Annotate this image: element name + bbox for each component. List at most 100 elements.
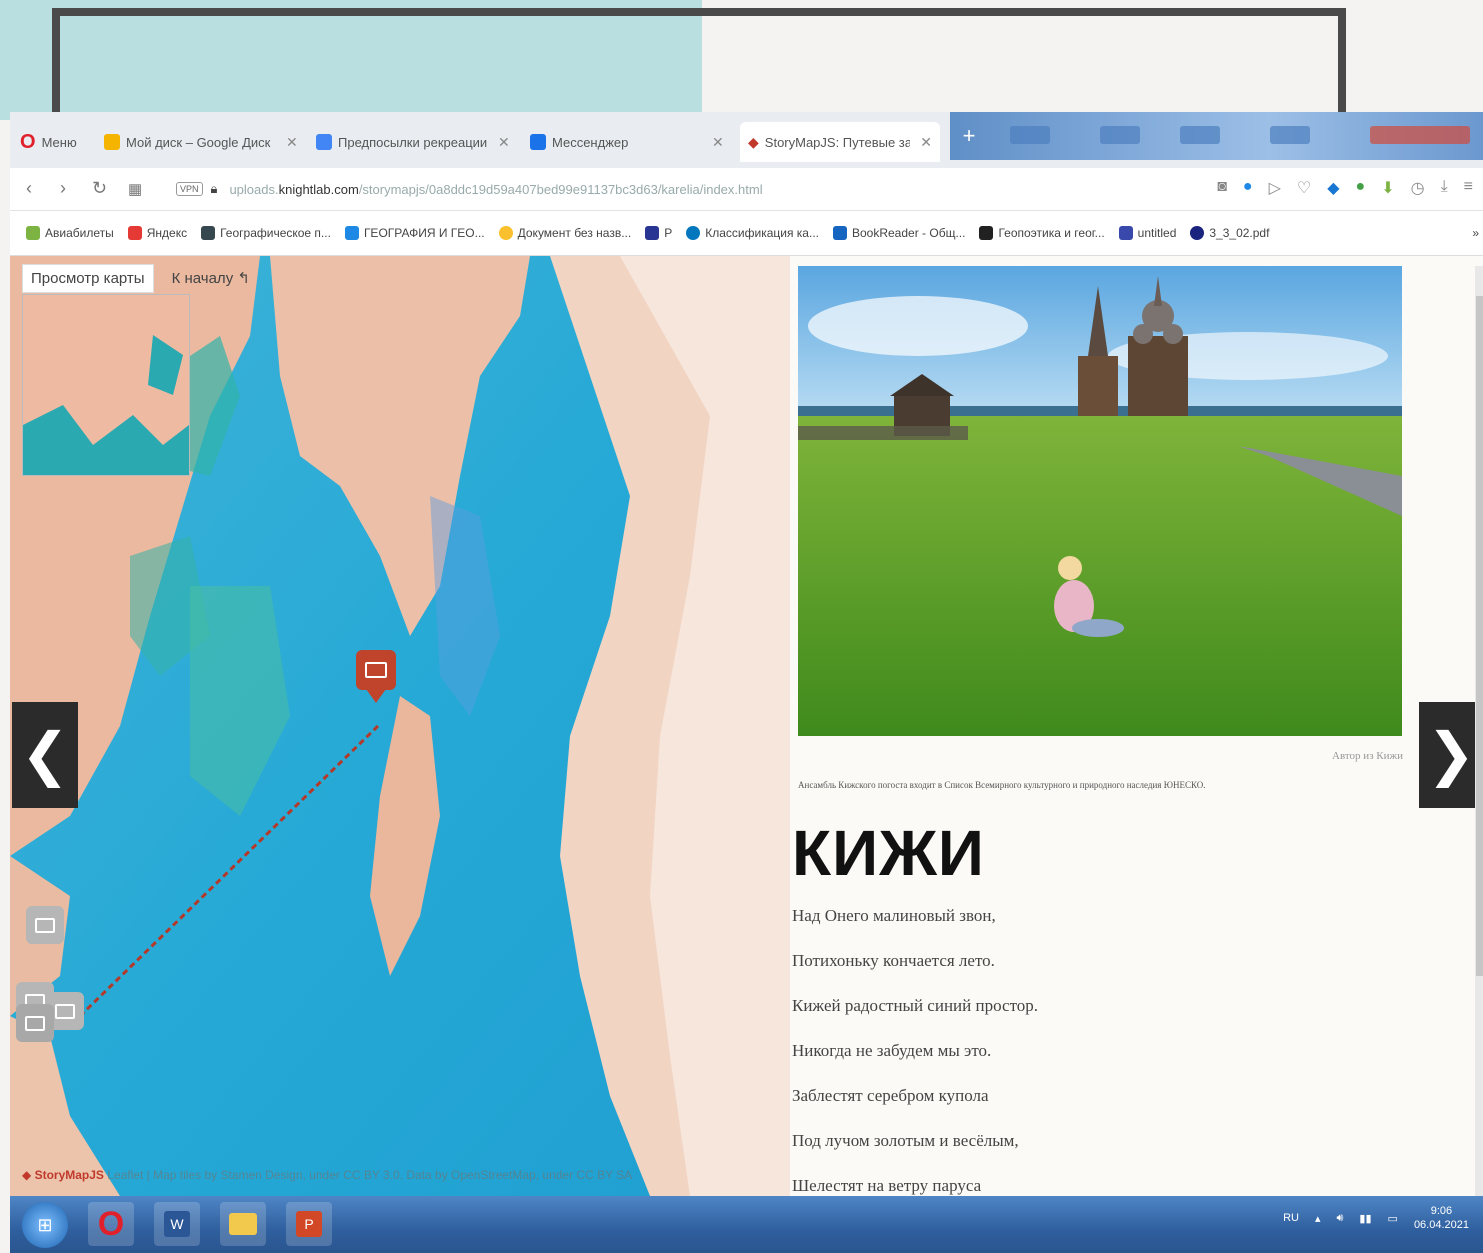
minimap-graphic <box>23 295 189 475</box>
close-tab-icon[interactable]: ✕ <box>712 134 724 151</box>
poem-line: Потихоньку кончается лето. <box>792 951 995 970</box>
tray-expand-icon[interactable]: ▴ <box>1315 1212 1321 1225</box>
bookmark-label: Документ без назв... <box>517 226 632 240</box>
active-photo-marker[interactable] <box>356 650 396 690</box>
close-tab-icon[interactable]: ✕ <box>286 134 298 151</box>
kizhi-landscape-image <box>798 266 1402 736</box>
image-icon <box>25 1015 45 1031</box>
menu-icon[interactable]: ≡ <box>1464 178 1473 198</box>
lock-icon[interactable]: 🔒︎ <box>211 181 218 197</box>
close-tab-icon[interactable]: ✕ <box>498 134 510 151</box>
slide-title: КИЖИ <box>792 817 985 889</box>
tab-label: Мой диск – Google Диск <box>126 134 271 150</box>
bookmark-item[interactable]: ГЕОГРАФИЯ И ГЕО... <box>344 226 485 240</box>
tab-storymap[interactable]: ◆ StoryMapJS: Путевые заметки ✕ <box>740 122 940 162</box>
scrollbar[interactable] <box>1475 266 1483 1196</box>
story-panel: Автор из Кижи Ансамбль Кижского погоста … <box>790 256 1483 1196</box>
bookmark-favicon-icon <box>498 226 513 240</box>
download-arrow-icon[interactable]: ⬇ <box>1381 178 1394 198</box>
taskbar-powerpoint[interactable]: P <box>286 1202 332 1246</box>
vpn-badge[interactable]: VPN <box>176 182 203 196</box>
language-indicator[interactable]: RU <box>1283 1212 1299 1224</box>
url-field[interactable]: VPN 🔒︎ uploads. knightlab.com /storymapj… <box>176 176 1116 202</box>
minimap[interactable] <box>22 294 190 476</box>
bookmark-item[interactable]: Географическое п... <box>201 226 331 240</box>
bookmark-item[interactable]: 3_3_02.pdf <box>1190 226 1269 240</box>
taskbar-opera[interactable]: O <box>88 1202 134 1246</box>
tab-messenger[interactable]: Мессенджер ✕ <box>530 122 730 162</box>
map-panel[interactable]: Просмотр карты К началу ↰ ❮ ◆ StoryMapJS… <box>10 256 790 1196</box>
poem-line: Над Онего малиновый звон, <box>792 906 996 925</box>
scrollbar-thumb[interactable] <box>1476 296 1483 976</box>
send-icon[interactable]: ▷ <box>1269 178 1281 198</box>
bookmarks-overflow-icon[interactable]: » <box>1472 226 1479 240</box>
bookmark-item[interactable]: Яндекс <box>127 226 187 240</box>
photo-marker[interactable] <box>16 1004 54 1042</box>
chevron-left-icon: ❮ <box>20 722 70 787</box>
extension-icon[interactable]: ◆ <box>1327 178 1339 198</box>
return-arrow-icon: ↰ <box>237 270 250 287</box>
blurred-window-controls <box>950 112 1483 160</box>
start-button[interactable]: ⊞ <box>22 1202 68 1248</box>
taskbar-word[interactable]: W <box>154 1202 200 1246</box>
volume-icon[interactable]: 🔊︎ <box>1336 1212 1343 1225</box>
bookmark-label: 3_3_02.pdf <box>1209 226 1270 240</box>
photo-marker[interactable] <box>26 906 64 944</box>
bookmark-favicon-icon <box>979 226 994 240</box>
opera-logo-icon: O <box>97 1204 125 1243</box>
downloads-icon[interactable]: ⤓ <box>1441 178 1448 198</box>
home-button[interactable]: К началу ↰ <box>164 264 258 293</box>
attribution-brand[interactable]: StoryMapJS <box>35 1168 104 1182</box>
close-tab-icon[interactable]: ✕ <box>920 134 932 151</box>
url-host: knightlab.com <box>278 181 359 197</box>
bookmark-item[interactable]: untitled <box>1118 226 1176 240</box>
marker-pin <box>366 689 386 703</box>
bookmark-favicon-icon <box>832 226 847 240</box>
forward-icon[interactable]: › <box>60 178 66 199</box>
bookmark-item[interactable]: Авиабилеты <box>26 226 114 240</box>
new-tab-icon[interactable]: + <box>956 124 982 148</box>
tab-label: StoryMapJS: Путевые заметки <box>764 134 911 150</box>
bookmark-item[interactable]: Геопоэтика и геог... <box>979 226 1105 240</box>
camera-icon[interactable]: ◙ <box>1217 178 1227 198</box>
storymap-diamond-icon: ◆ <box>22 1168 32 1182</box>
opera-menu-button[interactable]: O Меню <box>20 122 77 162</box>
previous-slide-button[interactable]: ❮ <box>12 702 78 808</box>
screenshot: O Меню Мой диск – Google Диск ✕ Предпосы… <box>10 112 1483 1253</box>
poem-line: Под лучом золотым и весёлым, <box>792 1131 1019 1150</box>
tab-google-drive[interactable]: Мой диск – Google Диск ✕ <box>104 122 304 162</box>
image-icon <box>55 1003 75 1019</box>
speed-dial-icon[interactable]: ▦ <box>128 180 142 198</box>
windows-taskbar: ⊞ O W P RU ▴ 🔊︎ ▮▮ ▭ 9:06 06.04.2021 <box>10 1196 1483 1253</box>
word-icon: W <box>164 1211 190 1237</box>
bookmark-favicon-icon <box>201 226 216 240</box>
map-view-button[interactable]: Просмотр карты <box>22 264 154 293</box>
next-slide-button[interactable]: ❯ <box>1419 702 1483 808</box>
map-attribution: ◆ StoryMapJS Leaflet | Map tiles by Stam… <box>22 1168 632 1182</box>
bookmark-favicon-icon <box>127 226 142 240</box>
attribution-text: Leaflet | Map tiles by Stamen Design, un… <box>107 1168 633 1182</box>
bookmark-label: Геопоэтика и геог... <box>998 226 1105 240</box>
clock-icon[interactable]: ◷ <box>1411 178 1425 198</box>
heart-icon[interactable]: ♡ <box>1297 178 1311 198</box>
battery-icon[interactable]: ▭ <box>1388 1212 1398 1225</box>
bookmark-item[interactable]: Документ без назв... <box>498 226 632 240</box>
folder-icon <box>229 1213 257 1235</box>
taskbar-explorer[interactable] <box>220 1202 266 1246</box>
bookmark-item[interactable]: P <box>645 226 672 240</box>
map-nav: Просмотр карты К началу ↰ <box>22 264 258 293</box>
reload-icon[interactable]: ↻ <box>92 178 107 199</box>
bookmark-label: P <box>664 226 673 240</box>
network-icon[interactable]: ▮▮ <box>1359 1212 1371 1225</box>
back-icon[interactable]: ‹ <box>26 178 32 199</box>
bookmark-item[interactable]: Классификация ка... <box>686 226 819 240</box>
shield-icon[interactable]: ● <box>1243 178 1253 198</box>
google-drive-icon <box>104 134 120 150</box>
tab-recreation-doc[interactable]: Предпосылки рекреации ✕ <box>316 122 516 162</box>
browser-tab-bar: O Меню Мой диск – Google Диск ✕ Предпосы… <box>10 112 1483 168</box>
photo-caption: Ансамбль Кижского погоста входит в Списо… <box>798 780 1206 790</box>
menu-label: Меню <box>41 134 77 150</box>
clock[interactable]: 9:06 06.04.2021 <box>1414 1204 1469 1232</box>
check-extension-icon[interactable]: ● <box>1356 178 1366 198</box>
bookmark-item[interactable]: BookReader - Общ... <box>832 226 965 240</box>
